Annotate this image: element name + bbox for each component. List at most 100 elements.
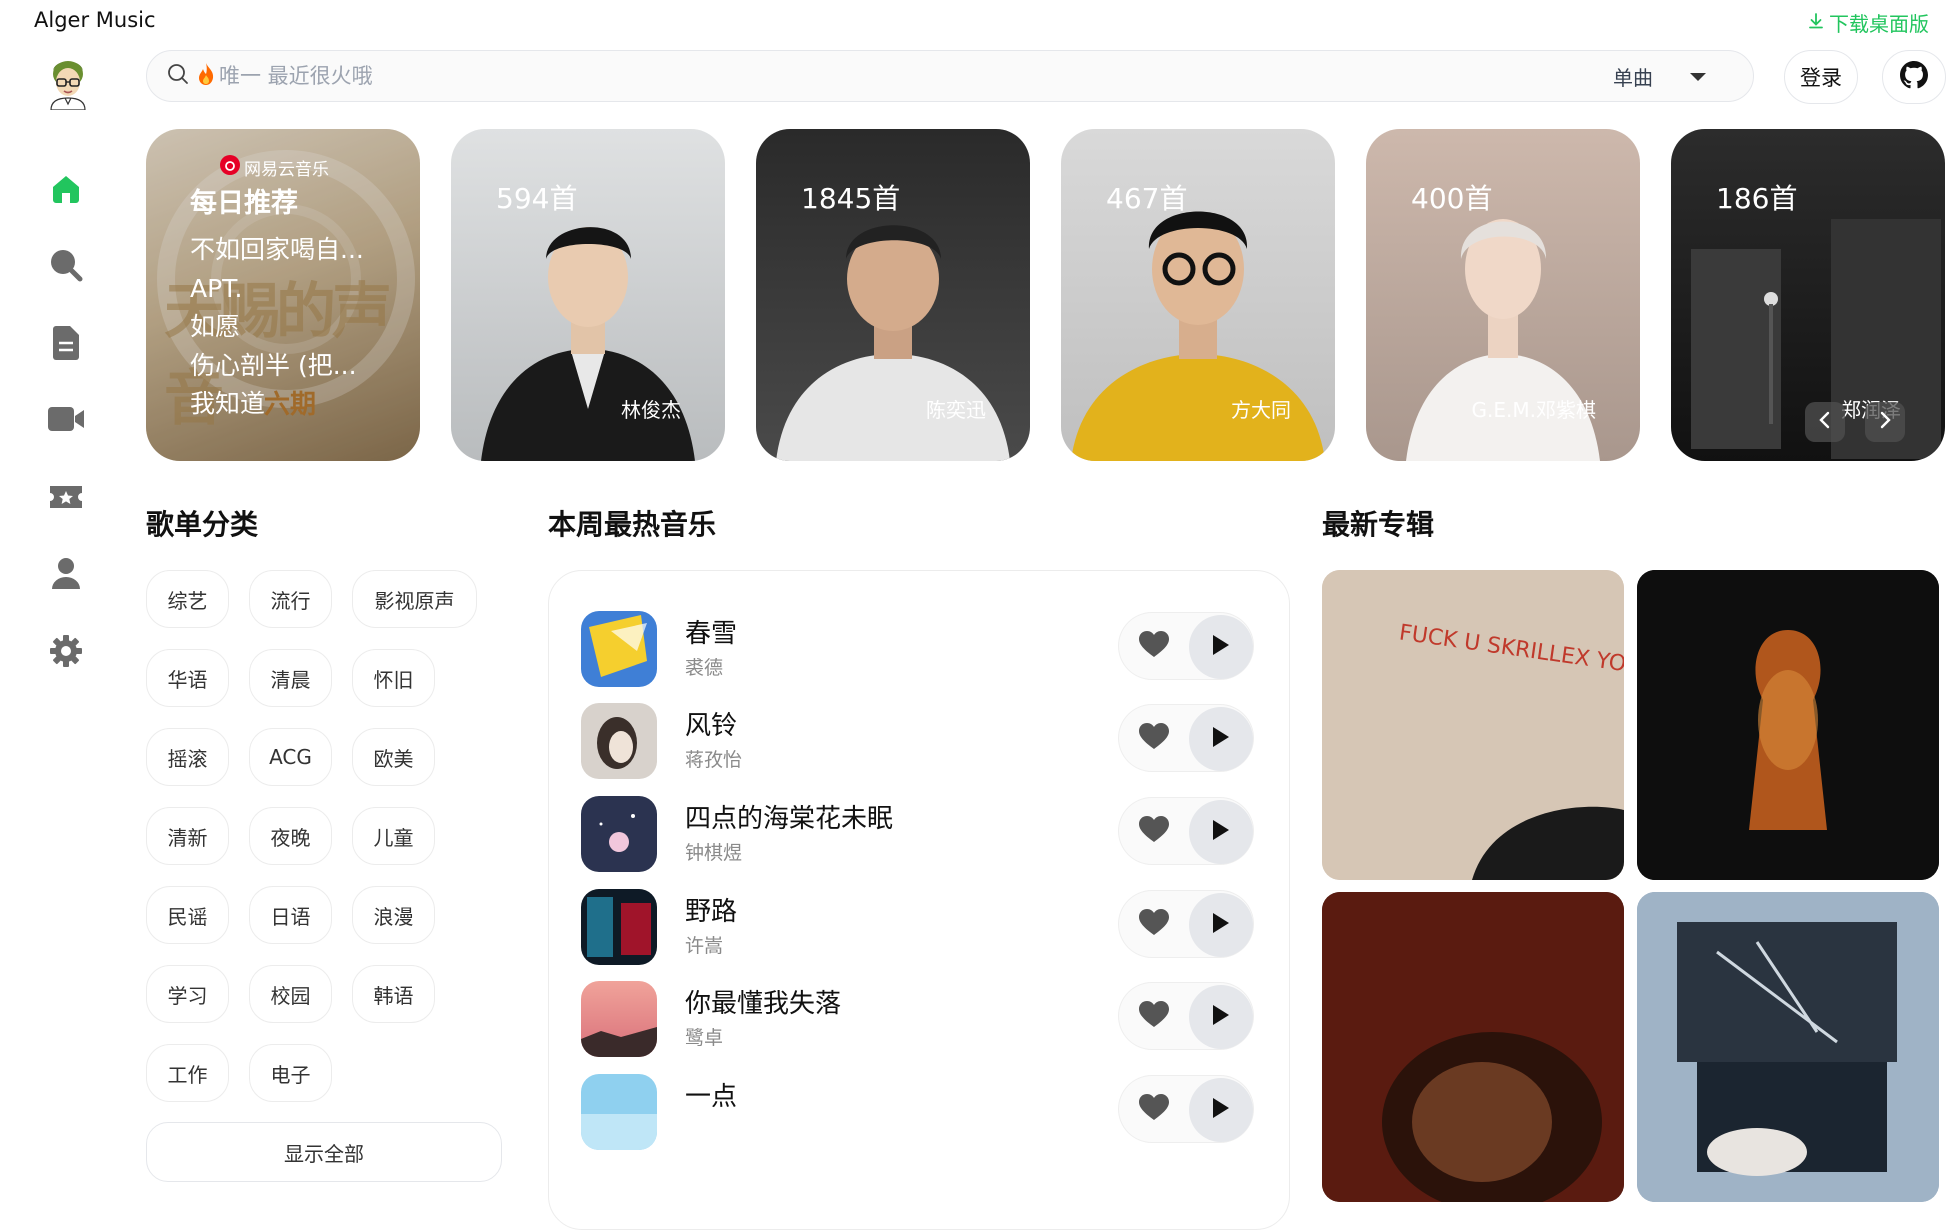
- song-name: 四点的海棠花未眠: [685, 804, 894, 834]
- fire-icon: [197, 62, 215, 90]
- song-cover: [581, 796, 657, 872]
- sidebar: [0, 40, 134, 1203]
- song-row[interactable]: 春雪 裘德: [549, 603, 1291, 693]
- sidebar-item-rank[interactable]: [45, 478, 87, 520]
- like-button[interactable]: [1133, 995, 1175, 1037]
- search-icon: [48, 247, 84, 287]
- play-button[interactable]: [1189, 1078, 1253, 1142]
- login-button[interactable]: 登录: [1784, 50, 1858, 104]
- artist-card[interactable]: 467首 方大同: [1061, 129, 1335, 461]
- category-chip[interactable]: 儿童: [352, 807, 435, 865]
- sidebar-item-search[interactable]: [45, 246, 87, 288]
- carousel-next-button[interactable]: [1865, 402, 1905, 442]
- album-card[interactable]: [1637, 892, 1939, 1202]
- artist-card[interactable]: 186首 郑润泽: [1671, 129, 1945, 461]
- chevron-left-icon: [1818, 411, 1832, 433]
- category-chip[interactable]: 校园: [249, 965, 332, 1023]
- like-button[interactable]: [1133, 810, 1175, 852]
- artist-card[interactable]: 400首 G.E.M.邓紫棋: [1366, 129, 1640, 461]
- sidebar-item-user[interactable]: [45, 554, 87, 596]
- daily-song: 不如回家喝自...: [190, 235, 364, 264]
- artist-card[interactable]: 594首 林俊杰: [451, 129, 725, 461]
- category-chip[interactable]: 日语: [249, 886, 332, 944]
- category-chip[interactable]: 清晨: [249, 649, 332, 707]
- category-chip[interactable]: 摇滚: [146, 728, 229, 786]
- github-button[interactable]: [1882, 50, 1946, 104]
- play-button[interactable]: [1189, 800, 1253, 864]
- artist-photo: [1071, 211, 1325, 461]
- song-cover: [581, 703, 657, 779]
- song-name: 你最懂我失落: [685, 989, 842, 1019]
- play-button[interactable]: [1189, 985, 1253, 1049]
- category-chip[interactable]: 欧美: [352, 728, 435, 786]
- song-row[interactable]: 四点的海棠花未眠 钟棋煜: [549, 788, 1291, 878]
- album-card[interactable]: FUCK U SKRILLEX YOU THINK UR ANDY WARHOL…: [1322, 570, 1624, 880]
- category-chip[interactable]: 流行: [249, 570, 332, 628]
- sidebar-item-playlist[interactable]: [45, 324, 87, 366]
- category-chip[interactable]: 电子: [249, 1044, 332, 1102]
- play-button[interactable]: [1189, 893, 1253, 957]
- category-chip[interactable]: 学习: [146, 965, 229, 1023]
- show-all-button[interactable]: 显示全部: [146, 1122, 502, 1182]
- user-icon: [50, 556, 82, 594]
- recommend-carousel: 天赐的声音 网易云音乐 每日推荐 不如回家喝自... APT. 如愿 伤心剖半 …: [146, 129, 1949, 461]
- like-button[interactable]: [1133, 625, 1175, 667]
- play-button[interactable]: [1189, 707, 1253, 771]
- category-chip[interactable]: 工作: [146, 1044, 229, 1102]
- search-input[interactable]: [217, 63, 1613, 89]
- category-chip[interactable]: 华语: [146, 649, 229, 707]
- song-cover: [581, 889, 657, 965]
- album-cover: FUCK U SKRILLEX YOU THINK UR ANDY WARHOL…: [1322, 570, 1624, 880]
- category-chip[interactable]: 怀旧: [352, 649, 435, 707]
- sidebar-item-mv[interactable]: [45, 400, 87, 442]
- heart-icon: [1139, 908, 1169, 940]
- song-row[interactable]: 风铃 蒋孜怡: [549, 695, 1291, 785]
- sidebar-item-home[interactable]: [45, 170, 87, 212]
- song-row[interactable]: 一点: [549, 1066, 1291, 1156]
- artist-song-count: 400首: [1411, 182, 1493, 215]
- like-button[interactable]: [1133, 1088, 1175, 1130]
- category-chip[interactable]: 韩语: [352, 965, 435, 1023]
- avatar[interactable]: [45, 52, 91, 111]
- like-button[interactable]: [1133, 903, 1175, 945]
- artist-card[interactable]: 1845首 陈奕迅: [756, 129, 1030, 461]
- song-singer: 许嵩: [685, 935, 724, 957]
- heart-icon: [1139, 1000, 1169, 1032]
- artist-name: G.E.M.邓紫棋: [1471, 398, 1596, 422]
- category-chip[interactable]: 夜晚: [249, 807, 332, 865]
- netease-brand: 网易云音乐: [220, 155, 329, 180]
- gear-icon: [48, 633, 84, 673]
- heart-icon: [1139, 815, 1169, 847]
- search-type-dropdown[interactable]: 单曲: [1613, 62, 1707, 91]
- artist-name: 陈奕迅: [926, 398, 986, 422]
- like-button[interactable]: [1133, 717, 1175, 759]
- play-icon: [1212, 726, 1230, 752]
- song-actions: [1119, 983, 1253, 1049]
- daily-title: 每日推荐: [190, 188, 298, 219]
- play-icon: [1212, 634, 1230, 660]
- category-chip[interactable]: 清新: [146, 807, 229, 865]
- play-icon: [1212, 1004, 1230, 1030]
- artist-song-count: 186首: [1716, 182, 1798, 215]
- category-chip[interactable]: 浪漫: [352, 886, 435, 944]
- song-cover: [581, 611, 657, 687]
- play-button[interactable]: [1189, 615, 1253, 679]
- album-card[interactable]: [1637, 570, 1939, 880]
- category-chip[interactable]: 综艺: [146, 570, 229, 628]
- category-chip[interactable]: 影视原声: [352, 570, 477, 628]
- download-label: 下载桌面版: [1829, 12, 1929, 36]
- song-row[interactable]: 你最懂我失落 鹭卓: [549, 973, 1291, 1063]
- category-chip[interactable]: 民谣: [146, 886, 229, 944]
- song-actions: [1119, 1076, 1253, 1142]
- song-actions: [1119, 891, 1253, 957]
- category-chip[interactable]: ACG: [249, 728, 332, 786]
- album-card[interactable]: [1322, 892, 1624, 1202]
- carousel-prev-button[interactable]: [1805, 402, 1845, 442]
- download-desktop-link[interactable]: 下载桌面版: [1807, 8, 1929, 37]
- song-row[interactable]: 野路 许嵩: [549, 881, 1291, 971]
- sidebar-item-settings[interactable]: [45, 632, 87, 674]
- home-icon: [49, 172, 83, 210]
- file-icon: [51, 325, 81, 365]
- play-icon: [1212, 819, 1230, 845]
- daily-recommend-card[interactable]: 天赐的声音 网易云音乐 每日推荐 不如回家喝自... APT. 如愿 伤心剖半 …: [146, 129, 420, 461]
